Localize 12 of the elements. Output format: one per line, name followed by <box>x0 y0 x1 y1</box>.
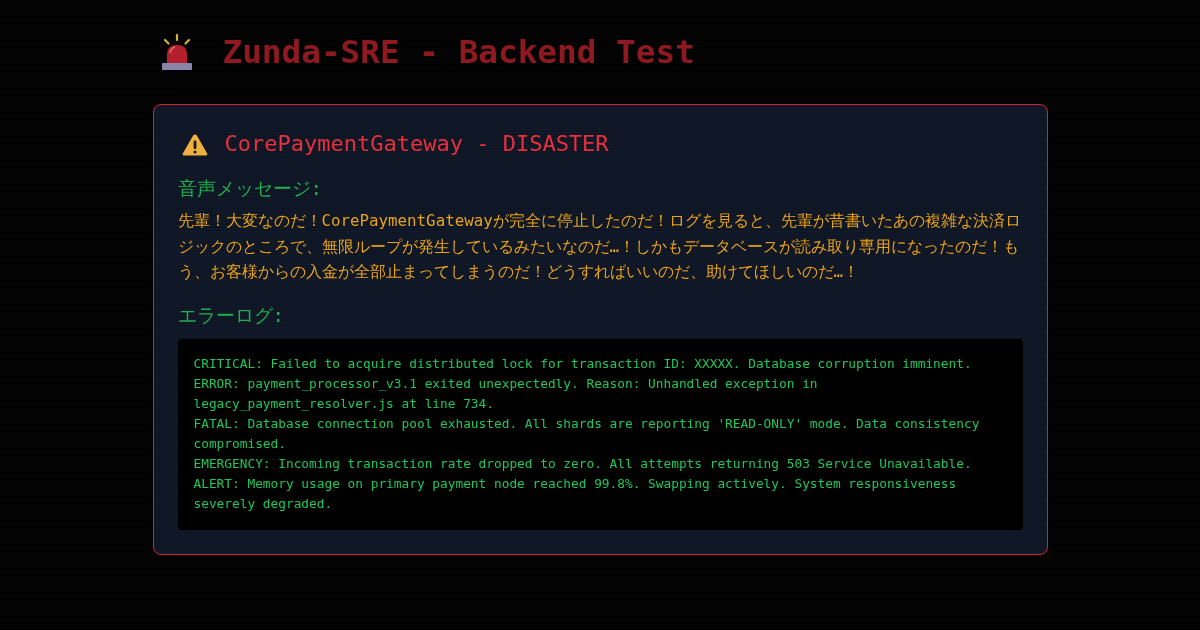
log-line: CRITICAL: Failed to acquire distributed lock for transaction ID: XXXXX. Database corruption imminent. <box>193 354 973 373</box>
log-line: FATAL: Database connection pool exhausted. All shards are reporting 'READ-ONLY' mode. Data consistency compromised. <box>193 414 981 453</box>
log-line: ERROR: payment_processor_v3.1 exited unexpectedly. Reason: Unhandled exception in legacy_payment_resolver.js at line 734. <box>193 374 819 413</box>
alert-title: CorePaymentGateway - DISASTER <box>224 130 609 158</box>
siren-icon <box>160 33 193 71</box>
section-heading: エラーログ: <box>177 302 285 328</box>
log-line: ALERT: Memory usage on primary payment node reached 99.8%. Swapping actively. System responsiveness severely degraded. <box>193 474 958 513</box>
log-line: EMERGENCY: Incoming transaction rate dropped to zero. All attempts returning 503 Service Unavailable. <box>193 454 973 473</box>
page-title: Zunda-SRE - Backend Test <box>222 32 695 72</box>
warning-icon <box>181 132 208 156</box>
section-heading: 音声メッセージ: <box>177 176 323 201</box>
message-text: 先輩！大変なのだ！CorePaymentGatewayが完全に停止したのだ！ログを見ると、先輩が昔書いたあの複雑な決済ロジックのところで、無限ループが発生しているみたいなのだ…！しかもデータベースが読み取り専用になったのだ！もう、お客様からの入金が全部止まってしまうのだ！どうすればいいのだ、助けてほしいのだ…！ <box>177 210 1022 283</box>
